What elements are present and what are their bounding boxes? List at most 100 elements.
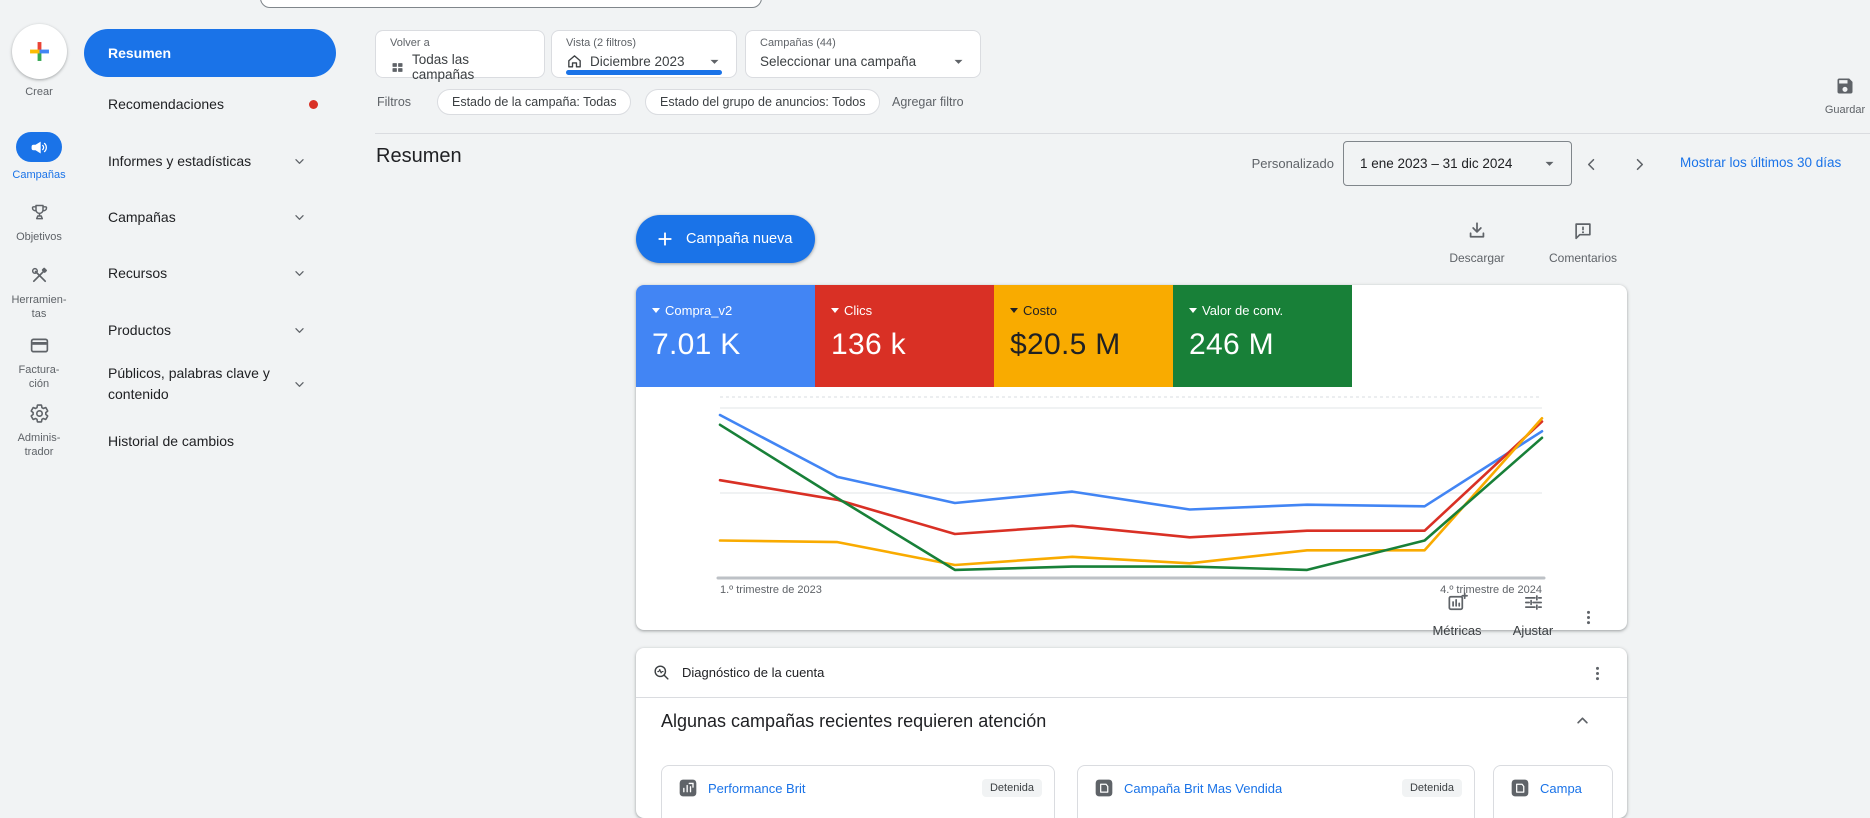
sidebar-item-recomendaciones[interactable]: Recomendaciones: [84, 92, 336, 116]
sidebar-item-historial-de-cambios[interactable]: Historial de cambios: [84, 429, 336, 453]
diagnostics-menu-button[interactable]: [1583, 659, 1611, 687]
overview-summary-card: Compra_v2 7.01 K Clics 136 k Costo $20.5 M Val…: [636, 285, 1627, 638]
add-filter-button[interactable]: Agregar filtro: [892, 95, 964, 109]
top-search-box[interactable]: [260, 0, 762, 8]
caret-down-icon: [1189, 308, 1197, 313]
attention-campaign-card: Campa: [1493, 765, 1613, 818]
rail-item-crear[interactable]: Crear: [0, 24, 78, 99]
attention-section-title: Algunas campañas recientes requieren ate…: [661, 711, 1047, 731]
chevron-up-icon: [1572, 710, 1593, 731]
chevron-down-icon: [291, 153, 308, 170]
rail-item-facturacio-n[interactable]: Factura-ción: [0, 333, 78, 391]
date-range-value: 1 ene 2023 – 31 dic 2024: [1360, 156, 1513, 171]
chevron-down-icon: [291, 376, 308, 393]
rail-item-label: Objetivos: [16, 231, 62, 243]
chevron-down-icon: [291, 209, 308, 226]
scope-box-volver-a[interactable]: Volver a Todas las campañas: [375, 30, 545, 82]
show-last-30-days-link[interactable]: Mostrar los últimos 30 días: [1680, 155, 1841, 170]
metric-name: Clics: [844, 303, 873, 318]
filters-label: Filtros: [377, 95, 412, 109]
scope-box-label: Vista (2 filtros): [566, 37, 637, 49]
comments-button[interactable]: Comentarios: [1535, 220, 1631, 265]
active-tab-underline: [566, 70, 722, 75]
sidebar-item-label: Públicos, palabras clave y contenido: [108, 365, 270, 402]
sidebar-item-resumen[interactable]: Resumen: [84, 29, 336, 77]
comment-icon: [1572, 220, 1594, 242]
kebab-icon: [1579, 608, 1598, 627]
attention-campaign-card: Performance Brit Detenida: [661, 765, 1055, 818]
save-icon: [1835, 76, 1855, 96]
diagnostics-divider: [636, 697, 1627, 698]
campaign-type-icon: [1094, 778, 1114, 798]
metrics-button[interactable]: Métricas: [1424, 591, 1490, 638]
diagnostics-magnifier-icon: [652, 663, 671, 682]
scope-box-vista-2-filtros[interactable]: Vista (2 filtros) Diciembre 2023: [551, 30, 737, 78]
sidebar-item-label: Historial de cambios: [108, 432, 235, 449]
sidebar-item-campan-as[interactable]: Campañas: [84, 205, 336, 229]
tools-icon: [29, 265, 50, 286]
scope-box-label: Volver a: [390, 37, 430, 49]
chevron-down-icon: [291, 265, 308, 282]
chevron-left-icon: [1582, 155, 1601, 174]
new-campaign-label: Campaña nueva: [686, 231, 793, 247]
scope-box-value: Todas las campañas: [412, 52, 475, 82]
chevron-down-icon: [291, 153, 308, 170]
rail-item-label: Herramien-: [11, 294, 67, 306]
rail-item-campan-as[interactable]: Campañas: [0, 132, 78, 182]
collapse-section-button[interactable]: [1572, 710, 1593, 731]
x-axis-label-end: 4.º trimestre de 2024: [1440, 584, 1542, 596]
rail-item-label: Crear: [25, 86, 53, 98]
chevron-right-icon: [1630, 155, 1649, 174]
save-button[interactable]: Guardar: [1810, 76, 1870, 116]
rail-item-herramientas[interactable]: Herramien-tas: [0, 263, 78, 321]
caret-down-icon: [949, 52, 968, 71]
sidebar-item-pu-blicos-palabras-clave-y-contenido[interactable]: Públicos, palabras clave y contenido: [84, 362, 336, 406]
campaign-link[interactable]: Campa: [1540, 781, 1582, 796]
summary-card-menu-button[interactable]: [1574, 603, 1602, 631]
filter-chip[interactable]: Estado de la campaña: Todas: [437, 89, 632, 115]
campaign-row: Performance Brit Detenida: [678, 778, 1042, 798]
notification-dot: [309, 99, 318, 109]
scope-box-value: Diciembre 2023: [590, 54, 685, 69]
metric-value: 246 M: [1189, 328, 1274, 361]
sidebar-item-productos[interactable]: Productos: [84, 318, 336, 342]
caret-down-icon: [1010, 308, 1018, 313]
campaign-link[interactable]: Campaña Brit Mas Vendida: [1124, 781, 1282, 796]
diagnostics-magnifier-icon: [652, 663, 671, 682]
caret-down-icon: [705, 52, 724, 71]
rail-item-label: trador: [24, 446, 54, 458]
filter-chip[interactable]: Estado del grupo de anuncios: Todos: [645, 89, 881, 115]
download-button[interactable]: Descargar: [1437, 220, 1517, 265]
metric-card-clics[interactable]: Clics 136 k: [815, 285, 994, 387]
caret-down-icon: [1540, 154, 1559, 173]
new-campaign-button[interactable]: Campaña nueva: [636, 215, 815, 263]
adjust-button[interactable]: Ajustar: [1500, 591, 1566, 638]
kebab-icon: [1588, 664, 1607, 683]
metric-name: Valor de conv.: [1202, 303, 1284, 318]
download-icon: [1466, 220, 1488, 242]
sidebar-item-recursos[interactable]: Recursos: [84, 261, 336, 285]
date-range-selector[interactable]: 1 ene 2023 – 31 dic 2024: [1343, 141, 1572, 186]
trophy-icon: [29, 202, 50, 223]
sidebar-item-informes-y-estadi-sticas[interactable]: Informes y estadísticas: [84, 149, 336, 173]
metric-card-costo[interactable]: Costo $20.5 M: [994, 285, 1173, 387]
rail-item-label: ción: [28, 378, 50, 390]
rail-item-administrador[interactable]: Adminis-trador: [0, 401, 78, 459]
chevron-down-icon: [291, 322, 308, 339]
caret-down-icon: [1540, 154, 1559, 173]
date-next-button[interactable]: [1624, 149, 1654, 179]
sidebar-item-label: Resumen: [108, 44, 172, 61]
date-prev-button[interactable]: [1576, 149, 1606, 179]
rail-item-label: Adminis-: [17, 432, 61, 444]
metric-card-valor-de-conv[interactable]: Valor de conv. 246 M: [1173, 285, 1352, 387]
caret-down-icon: [652, 308, 660, 313]
sidebar-item-label: Productos: [108, 321, 172, 338]
metric-card-compra-v2[interactable]: Compra_v2 7.01 K: [636, 285, 815, 387]
scope-box-value: Seleccionar una campaña: [760, 54, 917, 69]
scope-box-label: Campañas (44): [760, 37, 836, 49]
scope-box-campan-as-44[interactable]: Campañas (44) Seleccionar una campaña: [745, 30, 981, 78]
x-axis-label-start: 1.º trimestre de 2023: [720, 584, 822, 596]
rail-item-objetivos[interactable]: Objetivos: [0, 200, 78, 244]
metric-value: 7.01 K: [652, 328, 741, 361]
campaign-link[interactable]: Performance Brit: [708, 781, 806, 796]
